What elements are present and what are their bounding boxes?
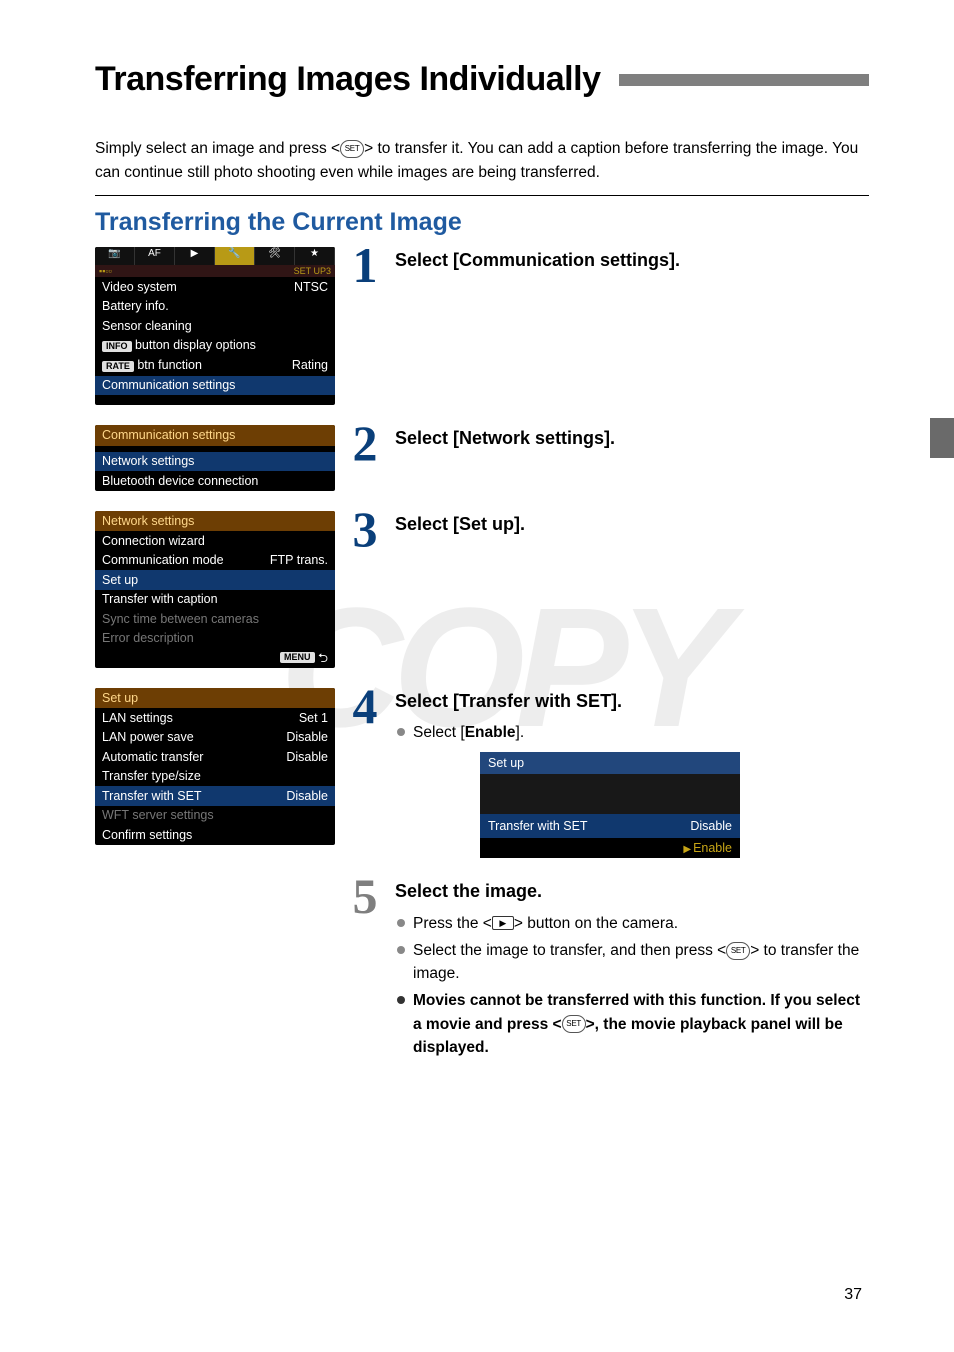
- enable-arrow-icon: ▶: [683, 844, 691, 855]
- auto-transfer: Automatic transfer: [102, 751, 203, 764]
- tab-custom-icon: 🛠: [255, 247, 295, 265]
- bluetooth-row: Bluetooth device connection: [102, 475, 258, 488]
- rate-value: Rating: [292, 359, 328, 372]
- set-icon: SET: [340, 140, 364, 158]
- setup-row: Set up: [102, 574, 138, 587]
- camera-icon: [95, 247, 135, 265]
- rate-badge: RATE: [102, 361, 134, 372]
- tab-play: ▶: [175, 247, 215, 265]
- page-number: 37: [844, 1286, 862, 1304]
- step-3-number: 3: [335, 507, 395, 552]
- step-1-number: 1: [335, 243, 395, 288]
- section-title: Transferring the Current Image: [95, 208, 869, 237]
- wft-server: WFT server settings: [102, 809, 214, 822]
- intro-part1: Simply select an image and press <: [95, 140, 340, 157]
- step-1-head: Select [Communication settings].: [395, 249, 869, 272]
- battery-info-label: Battery info.: [102, 300, 169, 313]
- divider: [95, 195, 869, 196]
- step-5-bullet-2: Select the image to transfer, and then p…: [395, 939, 869, 986]
- sub-title: Set up: [480, 752, 740, 774]
- comm-settings-label: Communication settings: [102, 379, 235, 392]
- lan-settings: LAN settings: [102, 712, 173, 725]
- menu-badge: MENU: [280, 652, 315, 663]
- info-btn-label: button display options: [132, 338, 256, 352]
- error-desc: Error description: [102, 632, 194, 645]
- step-2-number: 2: [335, 421, 395, 466]
- video-system-label: Video system: [102, 281, 177, 294]
- auto-transfer-val: Disable: [286, 751, 328, 764]
- step-5-number: 5: [335, 874, 395, 919]
- sensor-cleaning-label: Sensor cleaning: [102, 320, 192, 333]
- setup-title: Set up: [95, 688, 335, 709]
- comm-mode: Communication mode: [102, 554, 224, 567]
- comm-mode-val: FTP trans.: [270, 554, 328, 567]
- network-settings-row: Network settings: [102, 455, 194, 468]
- transfer-caption: Transfer with caption: [102, 593, 218, 606]
- b5b-pre: Select the image to transfer, and then p…: [413, 942, 726, 959]
- page-title: Transferring Images Individually: [95, 60, 601, 99]
- confirm-settings: Confirm settings: [102, 829, 192, 842]
- setup3-label: SET UP3: [294, 267, 331, 276]
- tab-wrench-icon: 🔧: [215, 247, 255, 265]
- sync-time: Sync time between cameras: [102, 613, 259, 626]
- screenshot-network-settings: Network settings Connection wizard Commu…: [95, 511, 335, 668]
- enable-label: Enable: [693, 841, 732, 855]
- title-bar-graphic: [619, 74, 870, 86]
- back-icon: ⮌: [318, 652, 328, 665]
- step-5-bullet-3: Movies cannot be transferred with this f…: [395, 989, 869, 1059]
- b4-pre: Select [: [413, 724, 465, 741]
- video-system-value: NTSC: [294, 281, 328, 294]
- tab-star-icon: ★: [295, 247, 335, 265]
- step-4-head: Select [Transfer with SET].: [395, 690, 869, 713]
- lan-settings-val: Set 1: [299, 712, 328, 725]
- rate-btn-label: btn function: [134, 358, 202, 372]
- step-4-bullet: Select [Enable].: [395, 721, 869, 744]
- intro-text: Simply select an image and press <SET> t…: [95, 137, 869, 185]
- screenshot-setup3: AF ▶ 🔧 🛠 ★ ▪▪▫▫SET UP3 Video systemNTSC …: [95, 247, 335, 405]
- tab-dots: ▪▪▫▫: [99, 267, 112, 276]
- playback-icon: ▶: [492, 916, 514, 930]
- set-icon: SET: [726, 942, 750, 960]
- screenshot-transfer-set: Set up Transfer with SET Disable ▶Enable: [480, 752, 740, 858]
- net-title: Network settings: [95, 511, 335, 532]
- screenshot-setup: Set up LAN settings Set 1 LAN power save D…: [95, 688, 335, 845]
- info-badge: INFO: [102, 341, 132, 352]
- lan-power: LAN power save: [102, 731, 194, 744]
- transfer-type: Transfer type/size: [102, 770, 201, 783]
- step-2-head: Select [Network settings].: [395, 427, 869, 450]
- b4-post: ].: [516, 724, 525, 741]
- screenshot-comm-settings: Communication settings Network settings …: [95, 425, 335, 491]
- tab-af: AF: [135, 247, 175, 265]
- b5a-pre: Press the <: [413, 915, 492, 932]
- sub-row-label: Transfer with SET: [488, 819, 588, 833]
- b4-strong: Enable: [465, 724, 516, 741]
- step-4-number: 4: [335, 684, 395, 859]
- step-5-bullet-1: Press the <▶> button on the camera.: [395, 912, 869, 935]
- b5a-post: > button on the camera.: [514, 915, 678, 932]
- comm-title: Communication settings: [95, 425, 335, 446]
- transfer-set-val: Disable: [286, 790, 328, 803]
- lan-power-val: Disable: [286, 731, 328, 744]
- sub-row-val: Disable: [690, 819, 732, 833]
- set-icon: SET: [562, 1015, 586, 1033]
- step-5-head: Select the image.: [395, 880, 869, 903]
- step-3-head: Select [Set up].: [395, 513, 869, 536]
- transfer-set: Transfer with SET: [102, 790, 202, 803]
- conn-wizard: Connection wizard: [102, 535, 205, 548]
